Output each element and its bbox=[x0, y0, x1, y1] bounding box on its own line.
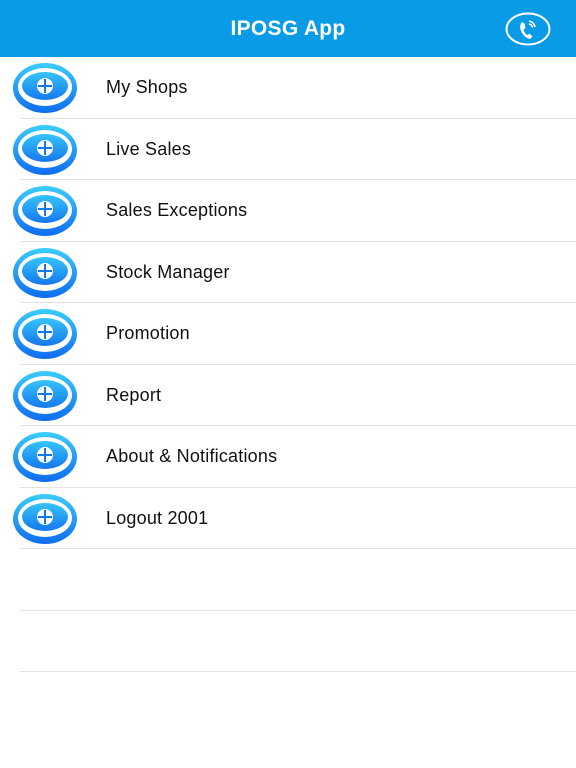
menu-item-label: Stock Manager bbox=[106, 261, 230, 282]
phone-button[interactable] bbox=[505, 12, 551, 46]
iposg-logo-icon bbox=[12, 124, 78, 176]
menu-item-label: Sales Exceptions bbox=[106, 200, 248, 221]
menu-item-report[interactable]: Report bbox=[0, 365, 576, 427]
app-title: IPOSG App bbox=[230, 16, 346, 40]
iposg-logo-icon bbox=[12, 431, 78, 483]
menu-item-about-notifications[interactable]: About & Notifications bbox=[0, 426, 576, 488]
iposg-logo-icon bbox=[12, 308, 78, 360]
iposg-logo-icon bbox=[12, 370, 78, 422]
menu-item-label: Report bbox=[106, 384, 162, 405]
menu-item-label: Live Sales bbox=[106, 138, 192, 159]
menu-item-live-sales[interactable]: Live Sales bbox=[0, 119, 576, 181]
menu-item-sales-exceptions[interactable]: Sales Exceptions bbox=[0, 180, 576, 242]
menu-item-stock-manager[interactable]: Stock Manager bbox=[0, 242, 576, 304]
empty-row bbox=[0, 549, 576, 611]
iposg-logo-icon bbox=[12, 247, 78, 299]
navigation-bar: IPOSG App bbox=[0, 0, 576, 57]
menu-item-label: About & Notifications bbox=[106, 446, 278, 467]
menu-item-label: Promotion bbox=[106, 323, 190, 344]
menu-list: My Shops Live Sales Sales Exceptions Sto… bbox=[0, 57, 576, 672]
iposg-logo-icon bbox=[12, 62, 78, 114]
empty-row bbox=[0, 611, 576, 673]
iposg-logo-icon bbox=[12, 493, 78, 545]
menu-item-my-shops[interactable]: My Shops bbox=[0, 57, 576, 119]
phone-icon bbox=[505, 12, 551, 46]
menu-item-promotion[interactable]: Promotion bbox=[0, 303, 576, 365]
iposg-logo-icon bbox=[12, 185, 78, 237]
menu-item-logout[interactable]: Logout 2001 bbox=[0, 488, 576, 550]
menu-item-label: Logout 2001 bbox=[106, 507, 209, 528]
menu-item-label: My Shops bbox=[106, 77, 188, 98]
